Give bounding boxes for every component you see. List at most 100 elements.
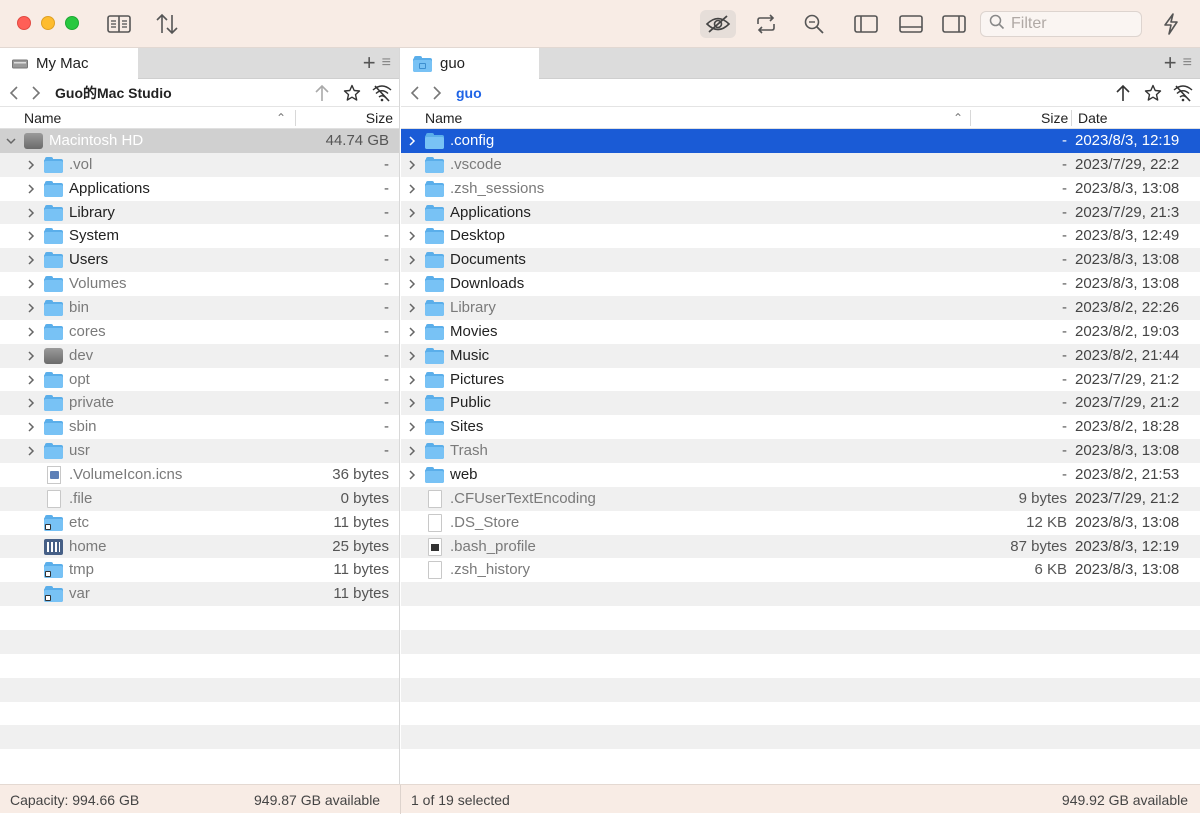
favorite-star-icon[interactable] [341, 82, 363, 104]
file-row[interactable]: Macintosh HD 44.74 GB [0, 129, 399, 153]
close-window-button[interactable] [17, 16, 31, 30]
disclosure-chevron-icon[interactable] [405, 373, 419, 387]
disclosure-chevron-icon[interactable] [405, 277, 419, 291]
disclosure-chevron-icon[interactable] [405, 396, 419, 410]
size-column-header[interactable]: Size [366, 107, 393, 129]
file-row[interactable]: Library - [0, 200, 399, 225]
file-row[interactable]: Library -2023/8/2, 22:26 [401, 296, 1200, 320]
tab-my-mac[interactable]: My Mac [0, 48, 138, 79]
parent-folder-icon[interactable] [1112, 82, 1134, 104]
back-arrow-icon[interactable] [404, 82, 426, 104]
add-tab-icon[interactable]: + [363, 52, 376, 74]
disclosure-chevron-icon[interactable] [4, 134, 18, 148]
disclosure-chevron-icon[interactable] [405, 349, 419, 363]
disclosure-chevron-icon[interactable] [24, 349, 38, 363]
tab-menu-icon[interactable]: ≡ [1183, 54, 1192, 72]
disclosure-chevron-icon[interactable] [24, 301, 38, 315]
file-row[interactable]: Volumes - [0, 272, 399, 297]
disclosure-chevron-icon[interactable] [405, 420, 419, 434]
file-row[interactable]: .vscode -2023/7/29, 22:2 [401, 152, 1200, 177]
zoom-window-button[interactable] [65, 16, 79, 30]
sync-icon[interactable] [752, 10, 780, 38]
file-row[interactable]: Users - [0, 248, 399, 273]
file-row[interactable]: Movies -2023/8/2, 19:03 [401, 319, 1200, 344]
file-row[interactable]: .CFUserTextEncoding 9 bytes 2023/7/29, 21:… [401, 486, 1200, 511]
lightning-icon[interactable] [1157, 10, 1185, 38]
right-sidebar-icon[interactable] [940, 10, 968, 38]
favorite-star-icon[interactable] [1142, 82, 1164, 104]
filter-input[interactable] [1011, 15, 1131, 33]
add-tab-icon[interactable]: + [1164, 52, 1177, 74]
filter-field[interactable] [980, 11, 1142, 37]
tab-menu-icon[interactable]: ≡ [382, 54, 391, 72]
file-row[interactable]: etc 11 bytes [0, 510, 399, 535]
file-row[interactable]: Applications -2023/7/29, 21:3 [401, 200, 1200, 225]
file-row[interactable]: cores - [0, 319, 399, 344]
path-breadcrumb[interactable]: Guo的Mac Studio [55, 83, 172, 103]
tab-guo[interactable]: guo [401, 48, 539, 79]
disclosure-chevron-icon[interactable] [405, 444, 419, 458]
disclosure-chevron-icon[interactable] [24, 444, 38, 458]
file-row[interactable]: Downloads -2023/8/3, 13:08 [401, 272, 1200, 297]
disclosure-chevron-icon[interactable] [405, 301, 419, 315]
sort-arrows-icon[interactable] [153, 10, 181, 38]
disclosure-chevron-icon[interactable] [405, 206, 419, 220]
disclosure-chevron-icon[interactable] [405, 468, 419, 482]
back-arrow-icon[interactable] [3, 82, 25, 104]
file-row[interactable]: .file 0 bytes [0, 486, 399, 511]
forward-arrow-icon[interactable] [25, 82, 47, 104]
file-row[interactable]: tmp 11 bytes [0, 558, 399, 583]
disclosure-chevron-icon[interactable] [24, 206, 38, 220]
file-row[interactable]: Applications - [0, 176, 399, 201]
disclosure-chevron-icon[interactable] [24, 182, 38, 196]
left-sidebar-icon[interactable] [852, 10, 880, 38]
sort-chevron-icon[interactable]: ⌃ [953, 107, 963, 129]
name-column-header[interactable]: Name [425, 107, 462, 129]
wifi-off-icon[interactable] [1172, 82, 1194, 104]
disclosure-chevron-icon[interactable] [24, 325, 38, 339]
file-row[interactable]: sbin - [0, 415, 399, 440]
file-row[interactable]: usr - [0, 439, 399, 464]
minimize-window-button[interactable] [41, 16, 55, 30]
bottom-panel-icon[interactable] [897, 10, 925, 38]
forward-arrow-icon[interactable] [426, 82, 448, 104]
disclosure-chevron-icon[interactable] [24, 373, 38, 387]
disclosure-chevron-icon[interactable] [405, 158, 419, 172]
file-row[interactable]: var 11 bytes [0, 582, 399, 607]
disclosure-chevron-icon[interactable] [405, 134, 419, 148]
disclosure-chevron-icon[interactable] [24, 396, 38, 410]
file-row[interactable]: bin - [0, 296, 399, 320]
path-breadcrumb[interactable]: guo [456, 85, 482, 101]
disclosure-chevron-icon[interactable] [405, 182, 419, 196]
disclosure-chevron-icon[interactable] [24, 420, 38, 434]
file-row[interactable]: Sites -2023/8/2, 18:28 [401, 415, 1200, 440]
file-row[interactable]: .bash_profile 87 bytes 2023/8/3, 12:19 [401, 534, 1200, 559]
wifi-off-icon[interactable] [371, 82, 393, 104]
file-row[interactable]: .VolumeIcon.icns 36 bytes [0, 463, 399, 487]
file-row[interactable]: Documents -2023/8/3, 13:08 [401, 248, 1200, 273]
file-row[interactable]: private - [0, 391, 399, 416]
parent-folder-icon[interactable] [311, 82, 333, 104]
disclosure-chevron-icon[interactable] [24, 253, 38, 267]
file-row[interactable]: .config -2023/8/3, 12:19 [401, 129, 1200, 153]
disclosure-chevron-icon[interactable] [405, 253, 419, 267]
disclosure-chevron-icon[interactable] [405, 325, 419, 339]
disclosure-chevron-icon[interactable] [405, 229, 419, 243]
zoom-icon[interactable] [800, 10, 828, 38]
file-row[interactable]: .zsh_history 6 KB 2023/8/3, 13:08 [401, 558, 1200, 583]
file-row[interactable]: home 25 bytes [0, 534, 399, 559]
disclosure-chevron-icon[interactable] [24, 229, 38, 243]
file-row[interactable]: Public -2023/7/29, 21:2 [401, 391, 1200, 416]
disclosure-chevron-icon[interactable] [24, 277, 38, 291]
name-column-header[interactable]: Name [24, 107, 61, 129]
file-row[interactable]: opt - [0, 367, 399, 392]
reader-icon[interactable] [105, 10, 133, 38]
date-column-header[interactable]: Date [1078, 107, 1108, 129]
file-row[interactable]: .vol - [0, 152, 399, 177]
file-row[interactable]: web -2023/8/2, 21:53 [401, 463, 1200, 487]
size-column-header[interactable]: Size [1041, 107, 1068, 129]
sort-chevron-icon[interactable]: ⌃ [276, 107, 286, 129]
file-row[interactable]: Desktop -2023/8/3, 12:49 [401, 224, 1200, 249]
file-row[interactable]: System - [0, 224, 399, 249]
file-row[interactable]: Trash -2023/8/3, 13:08 [401, 439, 1200, 464]
